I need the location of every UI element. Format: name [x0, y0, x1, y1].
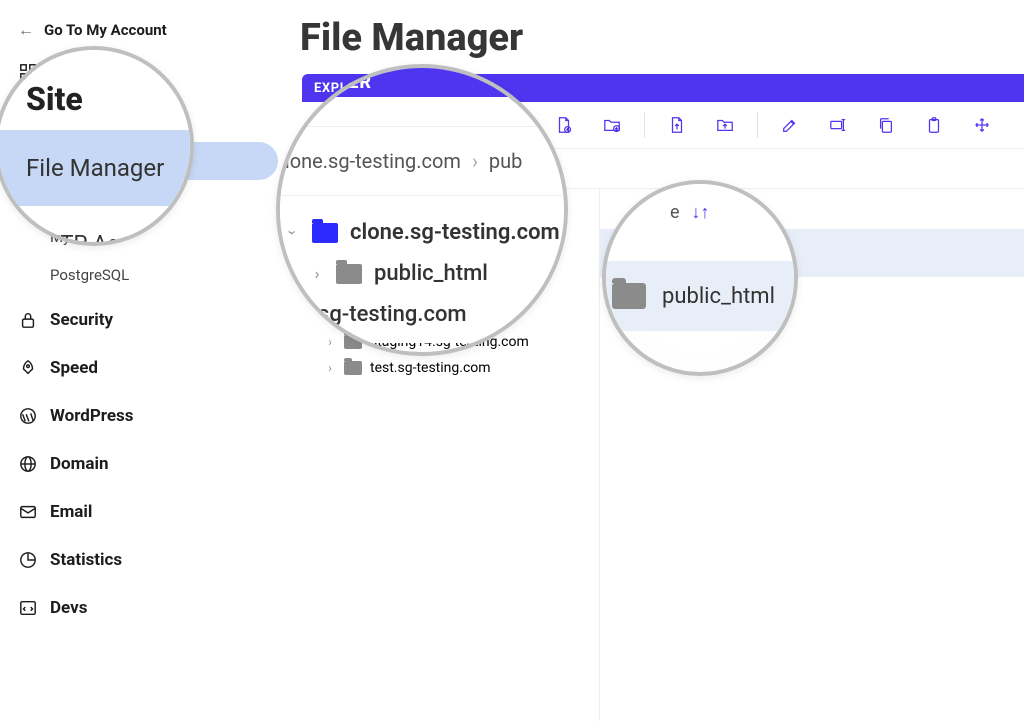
- chevron-right-icon[interactable]: ›: [324, 335, 336, 349]
- nav-wordpress[interactable]: WordPress: [0, 394, 302, 438]
- chevron-right-icon[interactable]: ›: [342, 309, 354, 323]
- envelope-icon: [18, 502, 38, 522]
- nav-wordpress-label: WordPress: [50, 406, 134, 426]
- lock-icon: [18, 310, 38, 330]
- edit-icon[interactable]: [780, 115, 800, 135]
- explorer-header: EXPLORER: [302, 74, 1024, 102]
- nav-security-label: Security: [50, 310, 113, 330]
- chevron-right-icon[interactable]: ›: [324, 361, 336, 375]
- move-icon[interactable]: [972, 115, 992, 135]
- upload-file-icon[interactable]: [667, 115, 687, 135]
- arrow-left-icon: ←: [18, 20, 34, 40]
- tree-item[interactable]: › public_html: [308, 225, 593, 251]
- nav-site[interactable]: Site: [0, 98, 302, 142]
- folder-icon: [344, 361, 362, 375]
- subnav-ftp[interactable]: FTP Accounts: [0, 180, 278, 218]
- file-grid-header[interactable]: Name ↓↑: [600, 197, 1024, 229]
- folder-icon: [330, 205, 348, 219]
- nav-email[interactable]: Email: [0, 490, 302, 534]
- file-grid: Name ↓↑ public_html: [600, 189, 1024, 721]
- nav-site-label: Site: [50, 110, 80, 130]
- upload-folder-icon[interactable]: [715, 115, 735, 135]
- nav-devs-label: Devs: [50, 598, 87, 618]
- nav-statistics[interactable]: Statistics: [0, 538, 302, 582]
- tree-item[interactable]: › webstats: [308, 303, 593, 329]
- nav-dashboard[interactable]: Dashboard: [0, 50, 302, 94]
- nav-domain-label: Domain: [50, 454, 109, 474]
- folder-icon: [362, 309, 380, 323]
- chevron-right-icon: ›: [463, 161, 467, 178]
- page-title: File Manager: [300, 0, 1024, 74]
- nav-security[interactable]: Security: [0, 298, 302, 342]
- file-row-label: public_html: [658, 243, 745, 263]
- back-to-account-link[interactable]: ← Go To My Account: [0, 12, 302, 50]
- folder-tree: › clone.sg-testing.com › public_html › s…: [302, 189, 600, 721]
- nav-email-label: Email: [50, 502, 92, 522]
- subnav-file-manager[interactable]: File Manager: [0, 142, 278, 180]
- nav-speed[interactable]: Speed: [0, 346, 302, 390]
- sidebar: ← Go To My Account Dashboard Site File M…: [0, 0, 302, 721]
- tree-item[interactable]: › staging14.sg-testing.com: [308, 329, 593, 355]
- subnav-mysql[interactable]: MySQL: [0, 218, 278, 256]
- paste-icon[interactable]: [924, 115, 944, 135]
- tree-item[interactable]: › public_html: [308, 277, 593, 303]
- chevron-right-icon[interactable]: ›: [342, 283, 354, 297]
- nav-devs[interactable]: Devs: [0, 586, 302, 630]
- code-icon: [18, 598, 38, 618]
- tree-item[interactable]: › sg-testing.com: [308, 251, 593, 277]
- folder-icon: [344, 231, 362, 245]
- file-row[interactable]: public_html: [600, 229, 1024, 277]
- grid-icon: [18, 62, 38, 82]
- file-manager-panel: EXPLORER: [302, 74, 1024, 721]
- new-file-icon[interactable]: [554, 115, 574, 135]
- copy-icon[interactable]: [876, 115, 896, 135]
- breadcrumb-sub[interactable]: public_html: [477, 161, 551, 178]
- sort-icon[interactable]: ↓↑: [699, 205, 712, 221]
- column-name: Name: [654, 206, 689, 221]
- nav-speed-label: Speed: [50, 358, 98, 378]
- folder-icon: [618, 243, 644, 263]
- breadcrumb[interactable]: clone.sg-testing.com › public_html: [302, 149, 1024, 189]
- new-folder-icon[interactable]: [602, 115, 622, 135]
- toolbar-separator: [644, 112, 645, 138]
- chevron-right-icon[interactable]: ›: [324, 231, 336, 245]
- nav-dashboard-label: Dashboard: [50, 62, 132, 82]
- folder-icon: [344, 335, 362, 349]
- rename-icon[interactable]: [828, 115, 848, 135]
- nav-domain[interactable]: Domain: [0, 442, 302, 486]
- back-link-label: Go To My Account: [44, 21, 167, 39]
- subnav-pgsql[interactable]: PostgreSQL: [0, 256, 278, 294]
- toolbar: [302, 102, 1024, 149]
- breadcrumb-root[interactable]: clone.sg-testing.com: [318, 161, 453, 178]
- toolbar-separator: [757, 112, 758, 138]
- rocket-icon: [18, 358, 38, 378]
- folder-icon: [362, 283, 380, 297]
- chevron-down-icon[interactable]: ›: [309, 206, 323, 218]
- globe-icon: [18, 454, 38, 474]
- chevron-down-icon[interactable]: ›: [309, 258, 323, 270]
- nav-statistics-label: Statistics: [50, 550, 122, 570]
- folder-icon: [330, 257, 348, 271]
- tree-item[interactable]: › test.sg-testing.com: [308, 355, 593, 381]
- pie-icon: [18, 550, 38, 570]
- window-icon: [18, 110, 38, 130]
- wordpress-icon: [18, 406, 38, 426]
- tree-item[interactable]: › clone.sg-testing.com: [308, 199, 593, 225]
- main-content: File Manager EXPLORER: [302, 0, 1024, 721]
